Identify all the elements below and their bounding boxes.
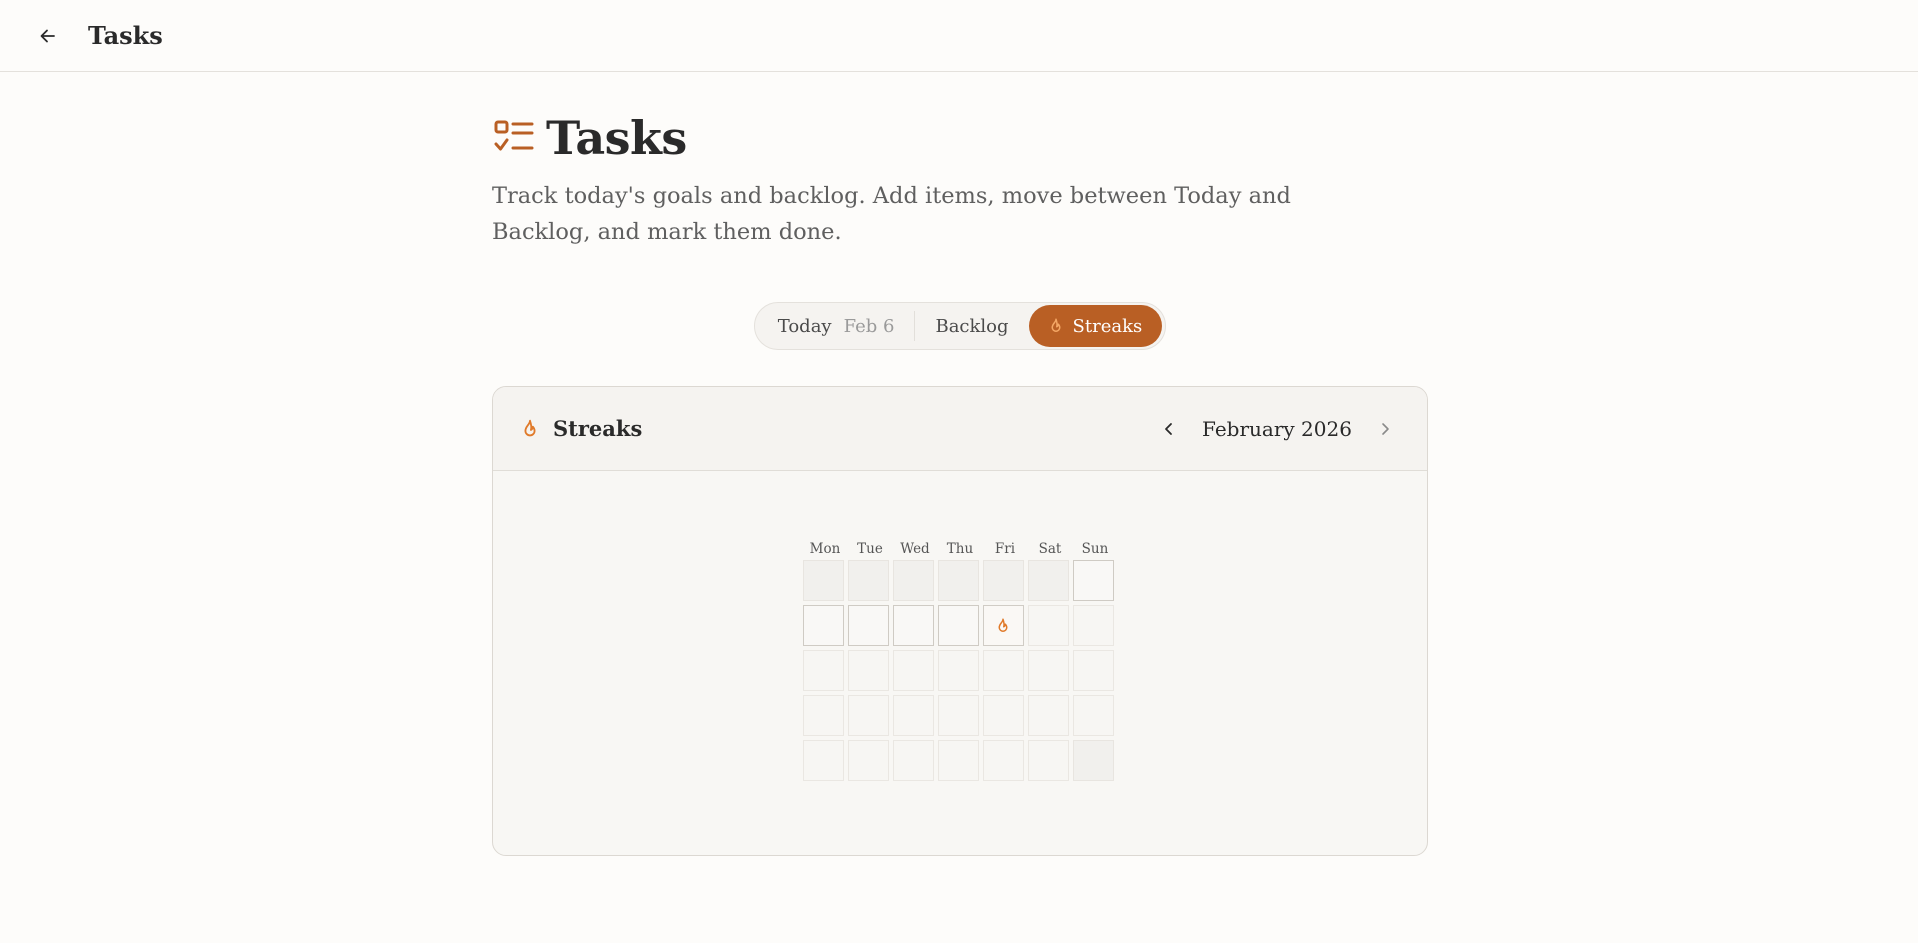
calendar-day-cell[interactable] [1027, 740, 1069, 781]
calendar-day-cell[interactable] [982, 650, 1024, 691]
chevron-right-icon [1382, 422, 1389, 435]
top-bar: Tasks [0, 0, 1918, 72]
calendar-day-cell[interactable] [802, 740, 844, 781]
calendar-day-cell[interactable] [937, 605, 979, 646]
calendar-day-cell[interactable] [892, 740, 934, 781]
current-month: February 2026 [1202, 416, 1352, 441]
tab-streaks[interactable]: Streaks [1028, 305, 1163, 347]
tab-streaks-label: Streaks [1072, 315, 1143, 337]
streaks-card: Streaks February 2026 Mon Tue Wed Thu Fr… [492, 386, 1428, 856]
calendar-day-cell[interactable] [937, 695, 979, 736]
calendar-empty-cell [982, 560, 1024, 601]
weekday-label: Sat [1038, 541, 1062, 557]
flame-icon [524, 419, 536, 436]
calendar-day-cell-today[interactable] [982, 605, 1024, 646]
calendar-day-cell[interactable] [847, 650, 889, 691]
page-description: Track today's goals and backlog. Add ite… [492, 183, 1291, 245]
weekday-header: Mon Tue Wed Thu Fri Sat Sun [803, 541, 1118, 557]
calendar-empty-cell [937, 560, 979, 601]
streaks-title: Streaks [553, 416, 643, 441]
calendar-day-cell[interactable] [847, 740, 889, 781]
weekday-label: Mon [809, 541, 841, 557]
weekday-label: Wed [900, 541, 930, 557]
weekday-label: Tue [857, 541, 883, 557]
chevron-left-icon [1165, 422, 1172, 435]
view-tabs: Today Feb 6 Backlog Streaks [753, 302, 1167, 350]
main-content: Tasks Track today's goals and backlog. A… [492, 72, 1428, 856]
calendar-empty-cell [892, 560, 934, 601]
next-month-button[interactable] [1369, 413, 1401, 445]
tabs-container: Today Feb 6 Backlog Streaks [492, 302, 1428, 350]
calendar-day-cell[interactable] [1072, 695, 1114, 736]
calendar-empty-cell [1072, 740, 1114, 781]
calendar-day-cell[interactable] [892, 695, 934, 736]
calendar-day-cell[interactable] [847, 605, 889, 646]
checklist-icon [492, 116, 536, 160]
calendar-day-cell[interactable] [1027, 605, 1069, 646]
page-header: Tasks [492, 110, 1428, 166]
topbar-title: Tasks [88, 21, 163, 50]
arrow-left-icon [40, 29, 55, 42]
tab-backlog-label: Backlog [935, 315, 1009, 337]
streaks-card-header: Streaks February 2026 [493, 387, 1427, 471]
calendar-empty-cell [802, 560, 844, 601]
calendar-day-cell[interactable] [1072, 560, 1114, 601]
tab-today-label: Today [777, 315, 832, 337]
flame-icon [1051, 318, 1061, 332]
tab-today[interactable]: Today Feb 6 [758, 305, 915, 347]
calendar-day-cell[interactable] [892, 605, 934, 646]
weekday-label: Fri [994, 541, 1016, 557]
tab-backlog[interactable]: Backlog [915, 305, 1028, 347]
weekday-label: Thu [946, 541, 974, 557]
calendar-day-cell[interactable] [847, 695, 889, 736]
calendar-day-cell[interactable] [937, 650, 979, 691]
tab-today-date: Feb 6 [843, 315, 895, 337]
month-navigation: February 2026 [1153, 413, 1401, 445]
calendar-day-cell[interactable] [982, 740, 1024, 781]
calendar-day-cell[interactable] [802, 650, 844, 691]
flame-icon [998, 618, 1008, 632]
calendar-day-cell[interactable] [1072, 650, 1114, 691]
calendar-day-cell[interactable] [1072, 605, 1114, 646]
calendar-day-cell[interactable] [982, 695, 1024, 736]
calendar-empty-cell [1027, 560, 1069, 601]
previous-month-button[interactable] [1153, 413, 1185, 445]
calendar-day-cell[interactable] [802, 605, 844, 646]
calendar-day-cell[interactable] [892, 650, 934, 691]
calendar-grid [802, 560, 1118, 781]
page-title: Tasks [546, 111, 687, 165]
calendar-day-cell[interactable] [937, 740, 979, 781]
calendar-day-cell[interactable] [1027, 650, 1069, 691]
calendar-day-cell[interactable] [1027, 695, 1069, 736]
calendar-day-cell[interactable] [802, 695, 844, 736]
streak-calendar: Mon Tue Wed Thu Fri Sat Sun [802, 541, 1118, 781]
weekday-label: Sun [1081, 541, 1109, 557]
calendar-empty-cell [847, 560, 889, 601]
back-button[interactable] [30, 18, 66, 54]
